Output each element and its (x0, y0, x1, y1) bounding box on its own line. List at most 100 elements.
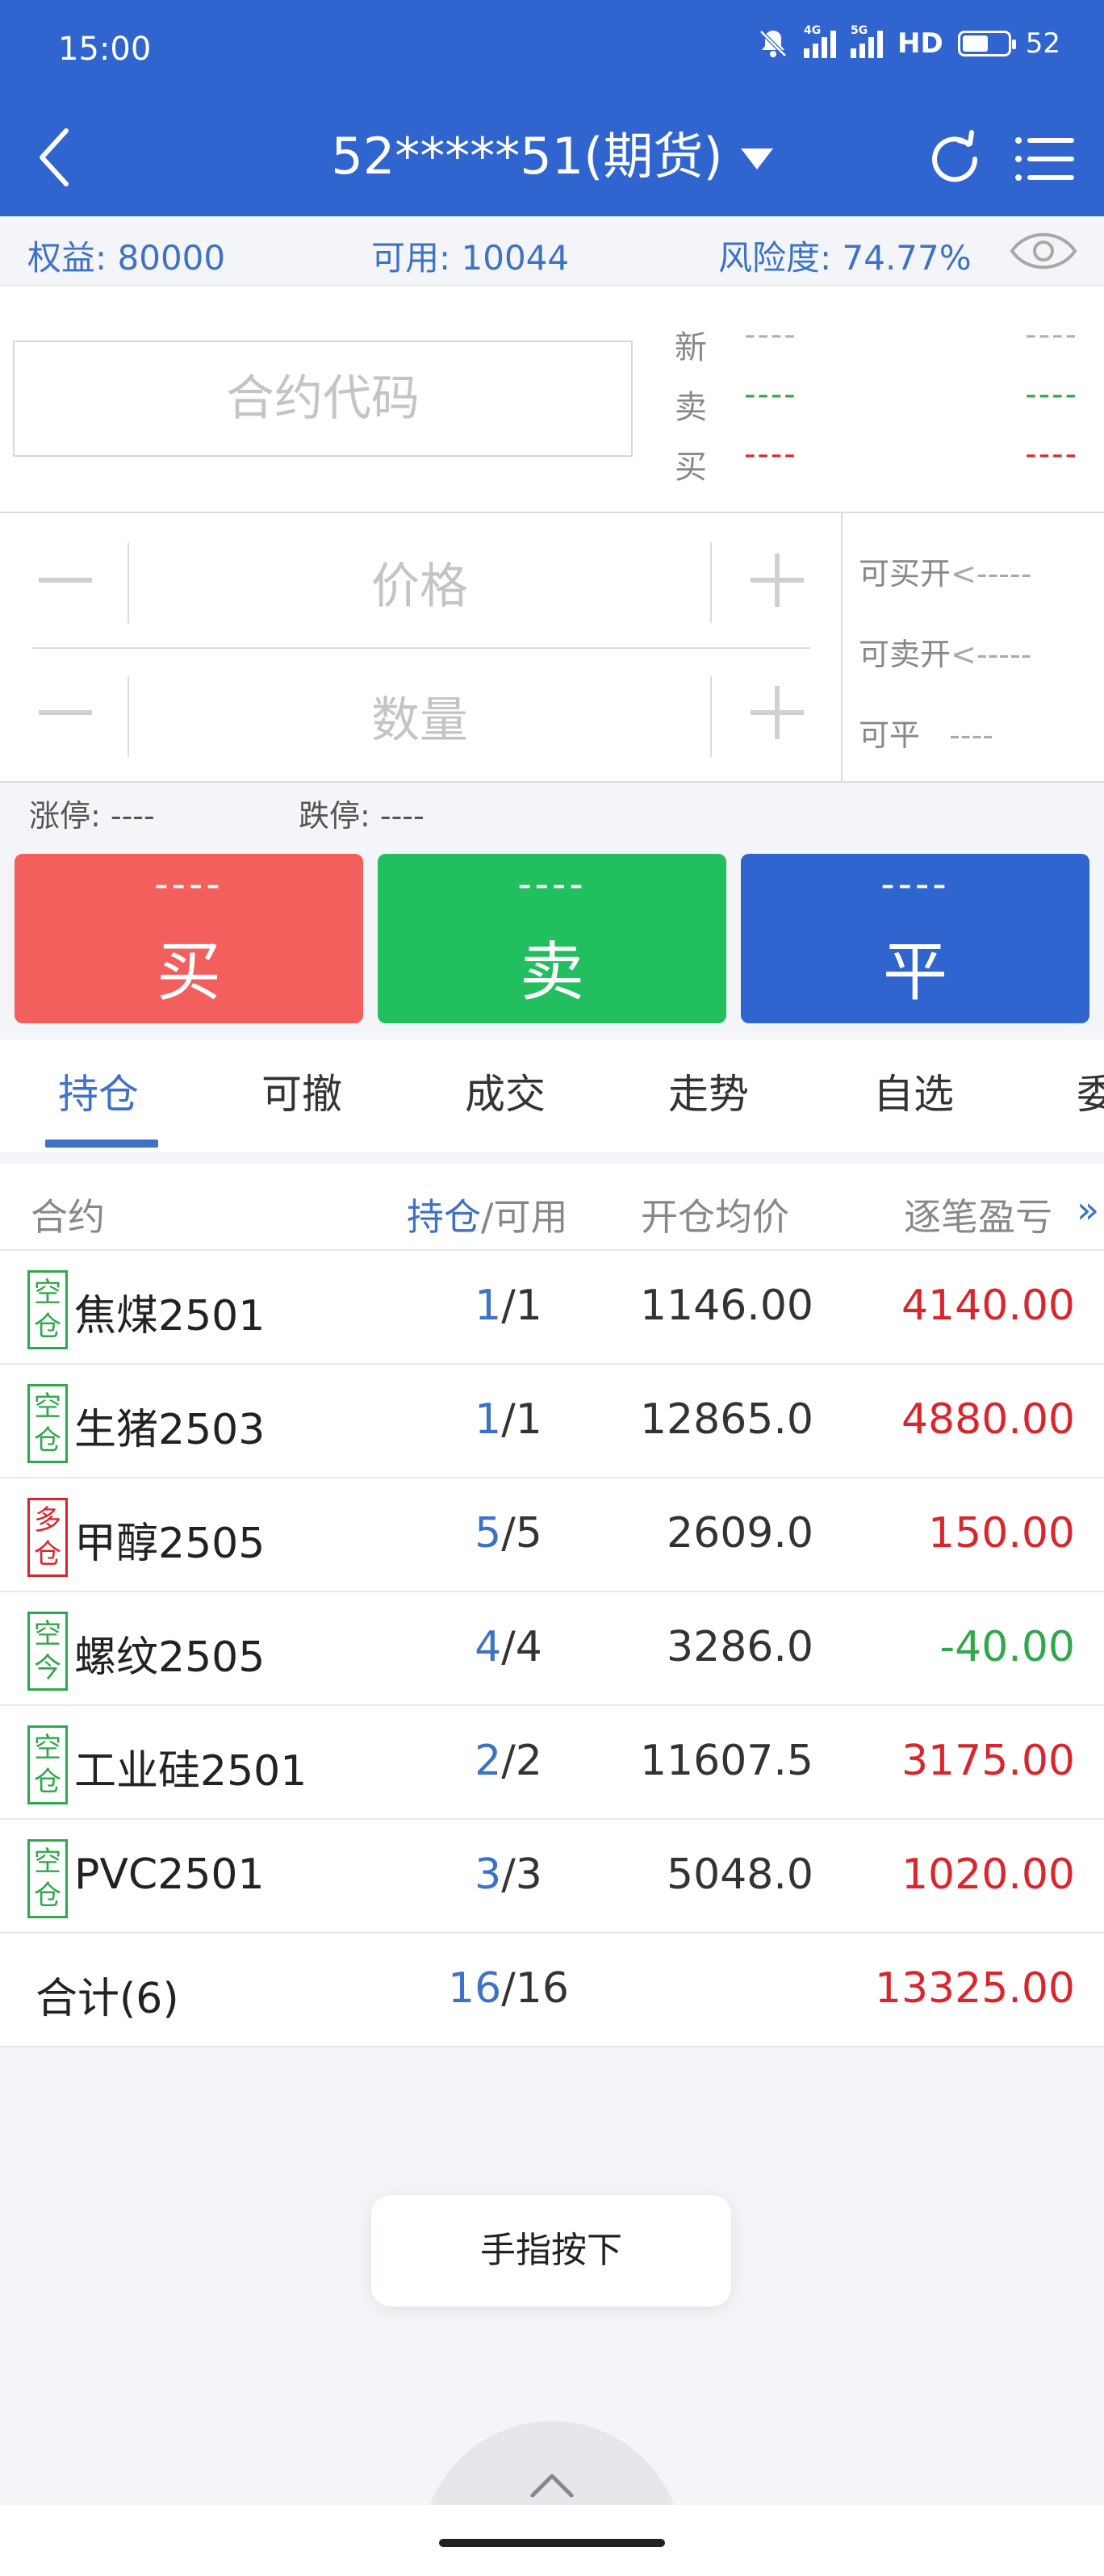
tab-trend[interactable]: 走势 (668, 1062, 749, 1120)
quote-label: 卖 (675, 389, 707, 426)
home-indicator[interactable] (439, 2539, 665, 2547)
battery-level: 52 (1025, 27, 1060, 60)
position-side-badge: 空仓 (27, 1725, 68, 1804)
equity-text: 权益: 80000 (27, 238, 226, 278)
position-pnl: 150.00 (928, 1509, 1075, 1558)
can-close-label: 可平 (859, 717, 921, 753)
total-position: 16/16 (448, 1964, 569, 2013)
table-row[interactable]: 多仓甲醇2505 5/5 2609.0 150.00 (0, 1478, 1104, 1592)
can-buy-open-label: 可买开 (859, 556, 951, 592)
can-buy-open: 可买开<----- (859, 549, 1031, 593)
contract-name: 工业硅2501 (74, 1747, 307, 1796)
battery-icon (957, 31, 1016, 56)
price-plus-button[interactable] (733, 536, 822, 625)
eye-icon[interactable] (1007, 224, 1080, 278)
quote-value: ---- (1025, 376, 1078, 413)
hd-label: HD (897, 27, 943, 60)
can-close-value: ---- (949, 717, 993, 753)
sell-label: 卖 (520, 935, 584, 1010)
col-pnl: 逐笔盈亏 (904, 1195, 1052, 1239)
more-columns-icon[interactable]: » (1077, 1188, 1099, 1232)
position-side-badge: 空仓 (27, 1384, 68, 1463)
quantity-plus-button[interactable] (733, 668, 822, 757)
buy-label: 买 (157, 935, 221, 1010)
position-pnl: 4880.00 (901, 1395, 1075, 1444)
refresh-icon[interactable] (918, 123, 991, 195)
table-row[interactable]: 空仓工业硅2501 2/2 11607.5 3175.00 (0, 1706, 1104, 1820)
tab-cancelable[interactable]: 可撤 (261, 1062, 342, 1120)
col-position[interactable]: 持仓 (407, 1188, 481, 1241)
can-sell-open-value: <----- (951, 637, 1032, 672)
quote-label: 新 (675, 329, 707, 366)
list-menu-icon[interactable] (1007, 123, 1080, 195)
divider (841, 513, 843, 783)
table-row[interactable]: 空仓生猪2503 1/1 12865.0 4880.00 (0, 1365, 1104, 1478)
contract-name: PVC2501 (74, 1850, 265, 1899)
tab-trades[interactable]: 成交 (465, 1062, 546, 1120)
avg-open-price: 5048.0 (667, 1850, 813, 1899)
status-icons: 4G 5G HD 52 (757, 24, 1060, 60)
chevron-up-icon (530, 2474, 574, 2498)
sell-button[interactable]: ---- 卖 (378, 854, 726, 1023)
quote-value: ---- (744, 376, 797, 413)
position-count: 1/1 (475, 1395, 542, 1444)
position-count: 5/5 (475, 1509, 542, 1558)
bottom-bar (0, 2505, 1104, 2576)
sell-price: ---- (517, 862, 587, 907)
can-sell-open-label: 可卖开 (859, 637, 951, 672)
status-bar: 15:00 4G 5G HD 52 (0, 0, 1104, 105)
order-entry: 合约代码 新 ---- ---- 卖 ---- ---- 买 ---- ----… (0, 286, 1104, 783)
table-header: 合约 持仓 /可用 开仓均价 逐笔盈亏 » (0, 1164, 1104, 1251)
avg-open-price: 12865.0 (639, 1395, 813, 1444)
positions-table: 合约 持仓 /可用 开仓均价 逐笔盈亏 » 空仓焦煤2501 1/1 1146.00… (0, 1164, 1104, 2047)
table-row[interactable]: 空仓焦煤2501 1/1 1146.00 4140.00 (0, 1251, 1104, 1365)
signal-4g-icon: 4G (804, 24, 837, 58)
quote-label: 买 (675, 449, 707, 486)
quote-row-bid: 买 ---- ---- (675, 433, 1078, 492)
table-row[interactable]: 空仓 PVC2501 3/3 5048.0 1020.00 (0, 1820, 1104, 1934)
signal-5g-icon: 5G (851, 24, 884, 58)
position-count: 4/4 (475, 1623, 542, 1671)
quantity-minus-button[interactable] (21, 668, 110, 757)
quote-value: ---- (1025, 436, 1078, 473)
avg-open-price: 1146.00 (639, 1282, 813, 1330)
tab-watchlist[interactable]: 自选 (873, 1062, 954, 1120)
contract-name: 生猪2503 (74, 1406, 266, 1454)
price-minus-button[interactable] (21, 536, 110, 625)
buy-button[interactable]: ---- 买 (15, 854, 363, 1023)
contract-code-input[interactable]: 合约代码 (13, 341, 633, 457)
avg-open-price: 3286.0 (667, 1623, 813, 1671)
position-pnl: 1020.00 (901, 1850, 1075, 1899)
account-label: 52*****51(期货) (331, 127, 723, 186)
top-bar: 15:00 4G 5G HD 52 52*****51(期货) (0, 0, 1104, 216)
tab-orders[interactable]: 委 (1077, 1062, 1104, 1120)
col-available: /可用 (481, 1195, 568, 1239)
position-side-badge: 空仓 (27, 1839, 68, 1918)
position-side-badge: 空仓 (27, 1270, 68, 1349)
position-count: 1/1 (475, 1282, 542, 1330)
position-side-badge: 多仓 (27, 1498, 68, 1577)
position-pnl: 4140.00 (901, 1282, 1075, 1330)
tab-positions[interactable]: 持仓 (58, 1062, 139, 1120)
position-count: 2/2 (475, 1737, 542, 1785)
can-close: 可平 ---- (859, 710, 993, 755)
contract-name: 焦煤2501 (74, 1292, 266, 1340)
can-buy-open-value: <----- (951, 556, 1032, 592)
total-row: 合计(6) 16/16 13325.00 (0, 1934, 1104, 2047)
close-position-button[interactable]: ---- 平 (741, 854, 1089, 1023)
can-sell-open: 可卖开<----- (859, 629, 1031, 674)
total-label: 合计(6) (36, 1975, 179, 2023)
position-pnl: -40.00 (939, 1623, 1075, 1671)
quote-row-latest: 新 ---- ---- (675, 313, 1078, 373)
quantity-input[interactable]: 数量 (129, 681, 710, 751)
quote-row-ask: 卖 ---- ---- (675, 373, 1078, 433)
price-input[interactable]: 价格 (129, 547, 710, 617)
tab-bar: 持仓 可撤 成交 走势 自选 委 (0, 1039, 1104, 1152)
table-row[interactable]: 空今螺纹2505 4/4 3286.0 -40.00 (0, 1592, 1104, 1706)
col-contract: 合约 (31, 1195, 105, 1239)
position-side-badge: 空今 (27, 1612, 68, 1691)
close-label: 平 (883, 935, 947, 1010)
available-text: 可用: 10044 (371, 238, 570, 278)
quote-value: ---- (1025, 316, 1078, 353)
close-price: ---- (880, 862, 950, 907)
